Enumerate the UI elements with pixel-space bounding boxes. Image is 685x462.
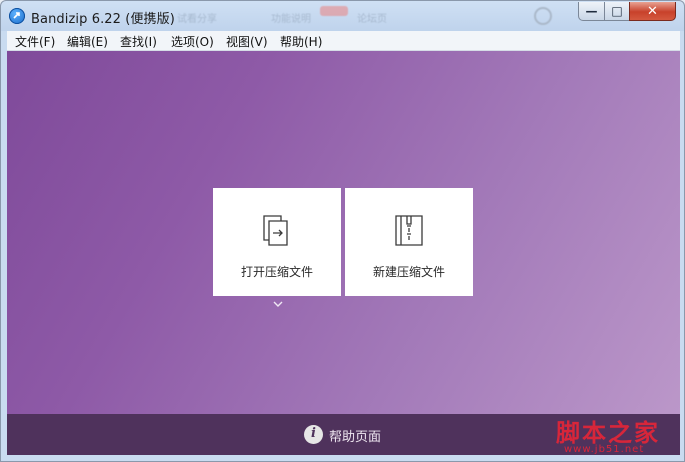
- maximize-button[interactable]: □: [604, 2, 630, 21]
- open-archive-label: 打开压缩文件: [240, 265, 313, 279]
- main-panel: 打开压缩文件 新建压缩文件: [7, 51, 680, 414]
- bandizip-logo-icon[interactable]: [9, 8, 25, 24]
- info-icon: i: [304, 425, 323, 444]
- menu-bar: 文件(F) 编辑(E) 查找(I) 选项(O) 视图(V) 帮助(H): [7, 31, 680, 51]
- zip-archive-icon: [395, 215, 423, 246]
- ghost-circle-icon: [534, 7, 552, 25]
- menu-options[interactable]: 选项(O): [171, 33, 214, 50]
- info-icon-glyph: i: [311, 426, 316, 441]
- watermark-url: www.jb51.net: [564, 444, 645, 455]
- app-window: Bandizip 6.22 (便携版) 试看分享 功能说明 论坛页 — □ ✕ …: [0, 0, 685, 462]
- open-archive-button[interactable]: 打开压缩文件: [213, 188, 341, 296]
- ghost-tab: 论坛页: [357, 14, 387, 25]
- open-archive-icon: [263, 215, 288, 246]
- window-bottom-border: [1, 455, 684, 461]
- chevron-down-icon[interactable]: [271, 299, 285, 309]
- new-archive-label: 新建压缩文件: [372, 265, 445, 279]
- watermark-logo: 脚本之家: [556, 418, 660, 447]
- menu-view[interactable]: 视图(V): [226, 33, 268, 50]
- menu-find[interactable]: 查找(I): [120, 33, 157, 50]
- minimize-icon: —: [585, 4, 598, 18]
- menu-file[interactable]: 文件(F): [15, 33, 55, 50]
- menu-help[interactable]: 帮助(H): [280, 33, 322, 50]
- close-button[interactable]: ✕: [629, 2, 676, 21]
- ghost-tab: 试看分享: [177, 14, 217, 25]
- help-page-link[interactable]: 帮助页面: [329, 426, 381, 445]
- ghost-tab: 功能说明: [271, 14, 311, 25]
- menu-edit[interactable]: 编辑(E): [67, 33, 108, 50]
- minimize-button[interactable]: —: [578, 2, 605, 21]
- maximize-icon: □: [611, 4, 623, 18]
- ghost-badge: [320, 6, 348, 16]
- close-icon: ✕: [647, 3, 658, 19]
- title-bar[interactable]: Bandizip 6.22 (便携版) 试看分享 功能说明 论坛页 — □ ✕: [1, 1, 684, 31]
- new-archive-button[interactable]: 新建压缩文件: [345, 188, 473, 296]
- window-title: Bandizip 6.22 (便携版): [31, 12, 175, 27]
